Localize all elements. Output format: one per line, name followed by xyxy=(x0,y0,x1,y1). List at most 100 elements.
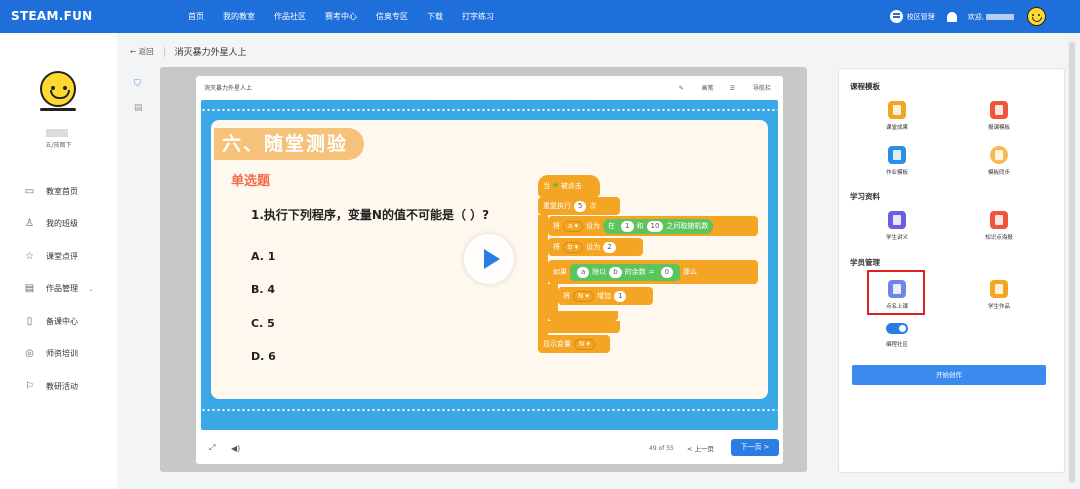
page-indicator: 49 of 55 xyxy=(649,444,674,452)
sidebar-item-label: 备课中心 xyxy=(46,316,78,326)
report-icon xyxy=(990,101,1008,119)
green-flag-icon: ⚑ xyxy=(552,182,559,190)
player-controls: ⤢ ◀) 49 of 55 < 上一页 下一页 > xyxy=(201,438,779,458)
campus-manage-link[interactable]: 校区管理 xyxy=(907,12,935,22)
homework-template-button[interactable]: 作业模板 xyxy=(867,146,927,176)
scrollbar-thumb[interactable] xyxy=(1069,42,1075,482)
highlight-box xyxy=(867,270,925,315)
community-toggle[interactable] xyxy=(886,323,908,334)
book-icon: ▯ xyxy=(26,315,33,327)
nav-link-download[interactable]: 下载 xyxy=(427,11,443,22)
divider xyxy=(163,46,165,57)
avatar[interactable] xyxy=(1027,7,1046,26)
user-icon: ♙ xyxy=(25,218,34,230)
sidebar: 五/孩图下 ▭ 教室首页 ♙ 我的班级 ☆ 课堂点评 ▤ 作品管理 ⌄ ▯ 备课… xyxy=(0,33,117,489)
student-handout-button[interactable]: 学生讲义 xyxy=(867,211,927,241)
back-button[interactable]: ← 返回 xyxy=(130,46,154,57)
sidebar-item-label: 教研活动 xyxy=(46,381,78,391)
flag-icon: ⚐ xyxy=(25,380,34,392)
section-study-materials: 学习资料 xyxy=(850,192,880,201)
option-b: B. 4 xyxy=(251,283,276,296)
section-student-management: 学员管理 xyxy=(850,258,880,267)
welcome-text: 欢迎, xyxy=(967,12,984,21)
pen-tool-button[interactable]: ✎ 画笔 xyxy=(679,83,714,92)
sidebar-item-label: 教室首页 xyxy=(46,186,78,196)
option-c: C. 5 xyxy=(251,317,275,330)
if-block-end xyxy=(548,311,618,321)
handout-icon xyxy=(888,211,906,229)
page-title: 消灭暴力外星人上 xyxy=(174,48,247,58)
option-d: D. 6 xyxy=(251,350,276,363)
dot-border-top xyxy=(201,107,778,113)
set-b-block: 将b ▾ 设为 2 xyxy=(548,238,643,256)
site-logo[interactable]: STEAM.FUN xyxy=(11,9,93,23)
monitor-icon: ▭ xyxy=(24,185,35,197)
view-tools: ⛉ ▤ xyxy=(134,79,143,127)
course-result-button[interactable]: 课堂成果 xyxy=(867,101,927,131)
show-variable-block: 显示变量 N ▾ xyxy=(538,335,610,353)
sidebar-item-review[interactable]: ☆ 课堂点评 xyxy=(24,240,94,273)
sidebar-item-training[interactable]: ◎ 师资培训 xyxy=(24,338,94,371)
fullscreen-icon[interactable]: ⤢ xyxy=(209,443,215,453)
question-type: 单选题 xyxy=(231,174,271,189)
image-icon: ▤ xyxy=(24,283,35,295)
nav-link-home[interactable]: 首页 xyxy=(188,11,204,22)
poster-icon xyxy=(990,211,1008,229)
sidebar-menu: ▭ 教室首页 ♙ 我的班级 ☆ 课堂点评 ▤ 作品管理 ⌄ ▯ 备课中心 ◎ 师… xyxy=(24,175,94,403)
username-blurred xyxy=(986,13,1014,20)
template-sync-button[interactable]: 模板同步 xyxy=(969,146,1029,176)
sidebar-item-works[interactable]: ▤ 作品管理 ⌄ xyxy=(24,273,94,306)
player-title: 消灭暴力外星人上 xyxy=(204,85,253,92)
nav-links: 首页 我的教室 作品社区 赛考中心 信奥专区 下载 打字练习 xyxy=(188,0,513,33)
dot-border-bottom xyxy=(201,407,778,413)
prev-page-button[interactable]: < 上一页 xyxy=(687,443,714,453)
document-icon[interactable]: ▤ xyxy=(134,103,143,113)
question-text: 1.执行下列程序，变量N的值不可能是（ ）? xyxy=(251,208,490,222)
campus-menu-icon[interactable] xyxy=(889,10,903,23)
next-page-button[interactable]: 下一页 > xyxy=(731,439,779,456)
top-nav: STEAM.FUN 首页 我的教室 作品社区 赛考中心 信奥专区 下载 打字练习… xyxy=(0,0,1080,33)
sidebar-item-research[interactable]: ⚐ 教研活动 xyxy=(24,370,94,403)
user-role: 五/孩图下 xyxy=(45,142,72,149)
cart-icon[interactable]: ⛉ xyxy=(134,79,143,89)
user-avatar xyxy=(38,71,78,111)
username-blurred xyxy=(46,129,68,137)
folder-icon xyxy=(990,280,1008,298)
hat-block: 当 ⚑ 被点击 xyxy=(538,175,600,197)
nav-link-olympiad[interactable]: 信奥专区 xyxy=(376,11,408,22)
section-title: 六、随堂测验 xyxy=(214,128,364,160)
nav-link-community[interactable]: 作品社区 xyxy=(274,11,306,22)
sidebar-item-label: 课堂点评 xyxy=(46,251,78,261)
sidebar-item-classroom-home[interactable]: ▭ 教室首页 xyxy=(24,175,94,208)
nav-link-my-classroom[interactable]: 我的教室 xyxy=(223,11,255,22)
player-tools: ✎ 画笔 ☰ 导航栏 xyxy=(663,83,771,92)
nav-right: 校区管理 欢迎, xyxy=(889,0,1080,33)
sidebar-item-label: 师资培训 xyxy=(46,349,78,359)
right-panel: 课程模板 课堂成果 报课模板 作业模板 模板同步 学习资料 学生讲义 知识点海报… xyxy=(838,68,1065,473)
change-n-block: 将N ▾ 增加 1 xyxy=(558,287,653,305)
sidebar-item-my-class[interactable]: ♙ 我的班级 xyxy=(24,208,94,241)
play-button[interactable] xyxy=(464,234,514,284)
star-icon: ☆ xyxy=(25,250,34,262)
sidebar-item-lesson-prep[interactable]: ▯ 备课中心 xyxy=(24,305,94,338)
section-course-template: 课程模板 xyxy=(850,82,880,91)
volume-icon[interactable]: ◀) xyxy=(231,444,240,453)
chevron-down-icon: ⌄ xyxy=(88,284,94,293)
slide: 六、随堂测验 单选题 1.执行下列程序，变量N的值不可能是（ ）? A. 1 B… xyxy=(201,100,778,430)
sidebar-item-label: 作品管理 xyxy=(46,284,78,294)
report-template-button[interactable]: 报课模板 xyxy=(969,101,1029,131)
breadcrumb: ← 返回 消灭暴力外星人上 xyxy=(130,45,247,58)
result-icon xyxy=(888,101,906,119)
bell-icon[interactable] xyxy=(946,11,957,22)
student-works-button[interactable]: 学生作品 xyxy=(969,280,1029,310)
nav-link-contest[interactable]: 赛考中心 xyxy=(325,11,357,22)
start-creating-button[interactable]: 开始创作 xyxy=(852,365,1046,385)
set-a-block: 将a ▾ 设为 在 1 和 10 之间取随机数 xyxy=(548,216,758,236)
if-block: 如果 a 除以 b 的余数 = 0 那么 xyxy=(548,260,758,284)
page-scrollbar[interactable] xyxy=(1068,38,1076,485)
repeat-block-end xyxy=(538,321,620,333)
nav-link-typing[interactable]: 打字练习 xyxy=(462,11,494,22)
knowledge-poster-button[interactable]: 知识点海报 xyxy=(969,211,1029,241)
nav-bar-button[interactable]: ☰ 导航栏 xyxy=(730,83,771,92)
homework-icon xyxy=(888,146,906,164)
